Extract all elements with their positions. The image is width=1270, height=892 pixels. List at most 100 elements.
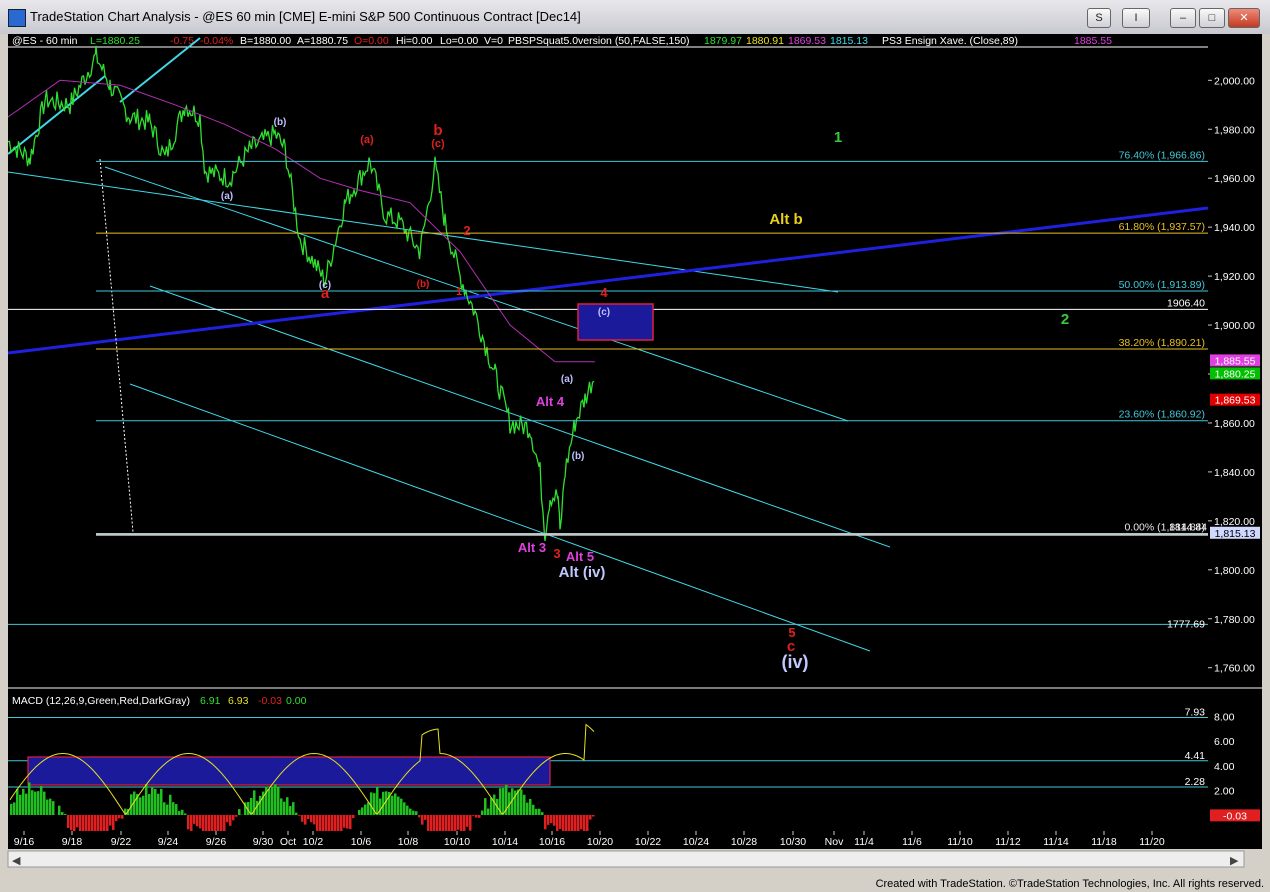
macd-histogram-bar xyxy=(571,815,574,833)
date-axis-label: 10/10 xyxy=(444,836,470,848)
wave-label: Alt (iv) xyxy=(559,564,606,581)
macd-axis-label: 8.00 xyxy=(1214,712,1235,724)
wave-label: Alt 3 xyxy=(518,540,546,555)
macd-histogram-bar xyxy=(463,815,466,832)
macd-histogram-bar xyxy=(46,799,49,815)
macd-histogram-bar xyxy=(376,787,379,815)
macd-histogram-bar xyxy=(172,802,175,815)
macd-histogram-bar xyxy=(481,810,484,815)
horizontal-scrollbar[interactable] xyxy=(7,850,1245,868)
chart-canvas[interactable]: @ES - 60 min L=1880.25 -0.75 -0.04% B=18… xyxy=(0,34,1270,876)
macd-histogram-bar xyxy=(367,802,370,815)
macd-histogram-bar xyxy=(313,815,316,825)
target-box xyxy=(577,303,654,341)
macd-histogram-bar xyxy=(142,795,145,815)
level-label: 1906.40 xyxy=(1167,297,1205,309)
date-axis-label: 10/30 xyxy=(780,836,806,848)
macd-histogram-bar xyxy=(64,813,67,815)
scroll-left-icon[interactable]: ◀ xyxy=(12,855,21,867)
macd-histogram-bar xyxy=(409,808,412,815)
date-axis-label: 9/18 xyxy=(62,836,83,848)
macd-histogram-bar xyxy=(112,815,115,831)
wave-label: (b) xyxy=(274,117,287,128)
date-axis-label: 11/4 xyxy=(854,836,874,848)
macd-histogram-bar xyxy=(427,815,430,831)
macd-histogram-bar xyxy=(493,794,496,815)
wave-label: 2 xyxy=(1061,311,1069,328)
macd-histogram-bar xyxy=(466,815,469,827)
macd-histogram-bar xyxy=(178,811,181,815)
macd-histogram-bar xyxy=(259,795,262,815)
macd-histogram-bar xyxy=(391,795,394,815)
macd-histogram-bar xyxy=(235,815,238,817)
level-label: 1777.69 xyxy=(1167,618,1205,630)
macd-histogram-bar xyxy=(523,794,526,815)
macd-histogram-bar xyxy=(22,788,25,815)
header-ask: A=1880.75 xyxy=(297,35,348,47)
macd-histogram-bar xyxy=(52,801,55,815)
macd-histogram-bar xyxy=(187,815,190,830)
macd-histogram-bar xyxy=(412,810,415,815)
macd-histogram-bar xyxy=(268,788,271,815)
macd-histogram-bar xyxy=(10,803,13,815)
minimize-button[interactable]: – xyxy=(1170,8,1196,28)
macd-histogram-bar xyxy=(538,808,541,815)
macd-histogram-bar xyxy=(298,815,301,816)
macd-histogram-bar xyxy=(307,815,310,820)
date-axis-label: 10/20 xyxy=(587,836,613,848)
fib-level-label: 23.60% (1,860.92) xyxy=(1119,409,1205,421)
macd-zero-value: 0.00 xyxy=(286,695,307,707)
macd-histogram-bar xyxy=(169,794,172,815)
macd-histogram-bar xyxy=(121,815,124,819)
macd-histogram-bar xyxy=(535,808,538,815)
date-axis-label: 11/12 xyxy=(995,836,1021,848)
macd-histogram-bar xyxy=(553,815,556,826)
maximize-button[interactable]: □ xyxy=(1199,8,1225,28)
date-axis-label: 11/14 xyxy=(1043,836,1069,848)
macd-histogram-bar xyxy=(175,804,178,815)
macd-histogram-bar xyxy=(292,802,295,815)
macd-histogram-bar xyxy=(25,793,28,815)
date-axis-label: 10/24 xyxy=(683,836,709,848)
macd-histogram-bar xyxy=(394,793,397,815)
wave-label: (a) xyxy=(360,134,374,146)
close-button[interactable]: ✕ xyxy=(1228,8,1260,28)
style-button[interactable]: S xyxy=(1087,8,1111,28)
macd-label: MACD (12,26,9,Green,Red,DarkGray) xyxy=(12,695,190,707)
macd-histogram-bar xyxy=(115,815,118,822)
wave-label: (c) xyxy=(319,280,331,291)
header-open: O=0.00 xyxy=(354,35,389,47)
macd-histogram-bar xyxy=(289,806,292,815)
macd-histogram-bar xyxy=(163,802,166,815)
scroll-right-icon[interactable]: ▶ xyxy=(1230,855,1239,867)
date-axis-label: 11/18 xyxy=(1091,836,1117,848)
macd-level-label: 2.28 xyxy=(1185,776,1206,788)
wave-label: (iv) xyxy=(782,652,809,672)
macd-histogram-bar xyxy=(454,815,457,833)
macd-histogram-bar xyxy=(544,815,547,830)
macd-histogram-bar xyxy=(550,815,553,824)
macd-histogram-bar xyxy=(109,815,112,826)
macd-histogram-bar xyxy=(196,815,199,827)
macd-histogram-bar xyxy=(301,815,304,822)
macd-histogram-bar xyxy=(61,812,64,815)
macd-histogram-bar xyxy=(238,809,241,815)
macd-histogram-bar xyxy=(154,788,157,815)
macd-histogram-bar xyxy=(280,798,283,815)
macd-histogram-bar xyxy=(160,788,163,815)
header-study-2: PS3 Ensign Xave. (Close,89) xyxy=(882,35,1018,47)
wave-label: b xyxy=(433,122,442,139)
date-axis-label: 9/22 xyxy=(111,836,132,848)
macd-level-label: 7.93 xyxy=(1185,706,1206,718)
macd-histogram-bar xyxy=(406,805,409,815)
header-study-value-2: 1880.91 xyxy=(746,35,784,47)
header-symbol: @ES - 60 min xyxy=(12,35,78,47)
macd-histogram-bar xyxy=(502,787,505,815)
macd-histogram-bar xyxy=(79,815,82,833)
macd-histogram-bar xyxy=(286,797,289,815)
insert-menu-button[interactable]: I xyxy=(1122,8,1150,28)
macd-histogram-bar xyxy=(295,812,298,815)
macd-histogram-bar xyxy=(532,804,535,815)
wave-label: 2 xyxy=(463,223,470,238)
macd-level-label: 4.41 xyxy=(1185,750,1206,762)
